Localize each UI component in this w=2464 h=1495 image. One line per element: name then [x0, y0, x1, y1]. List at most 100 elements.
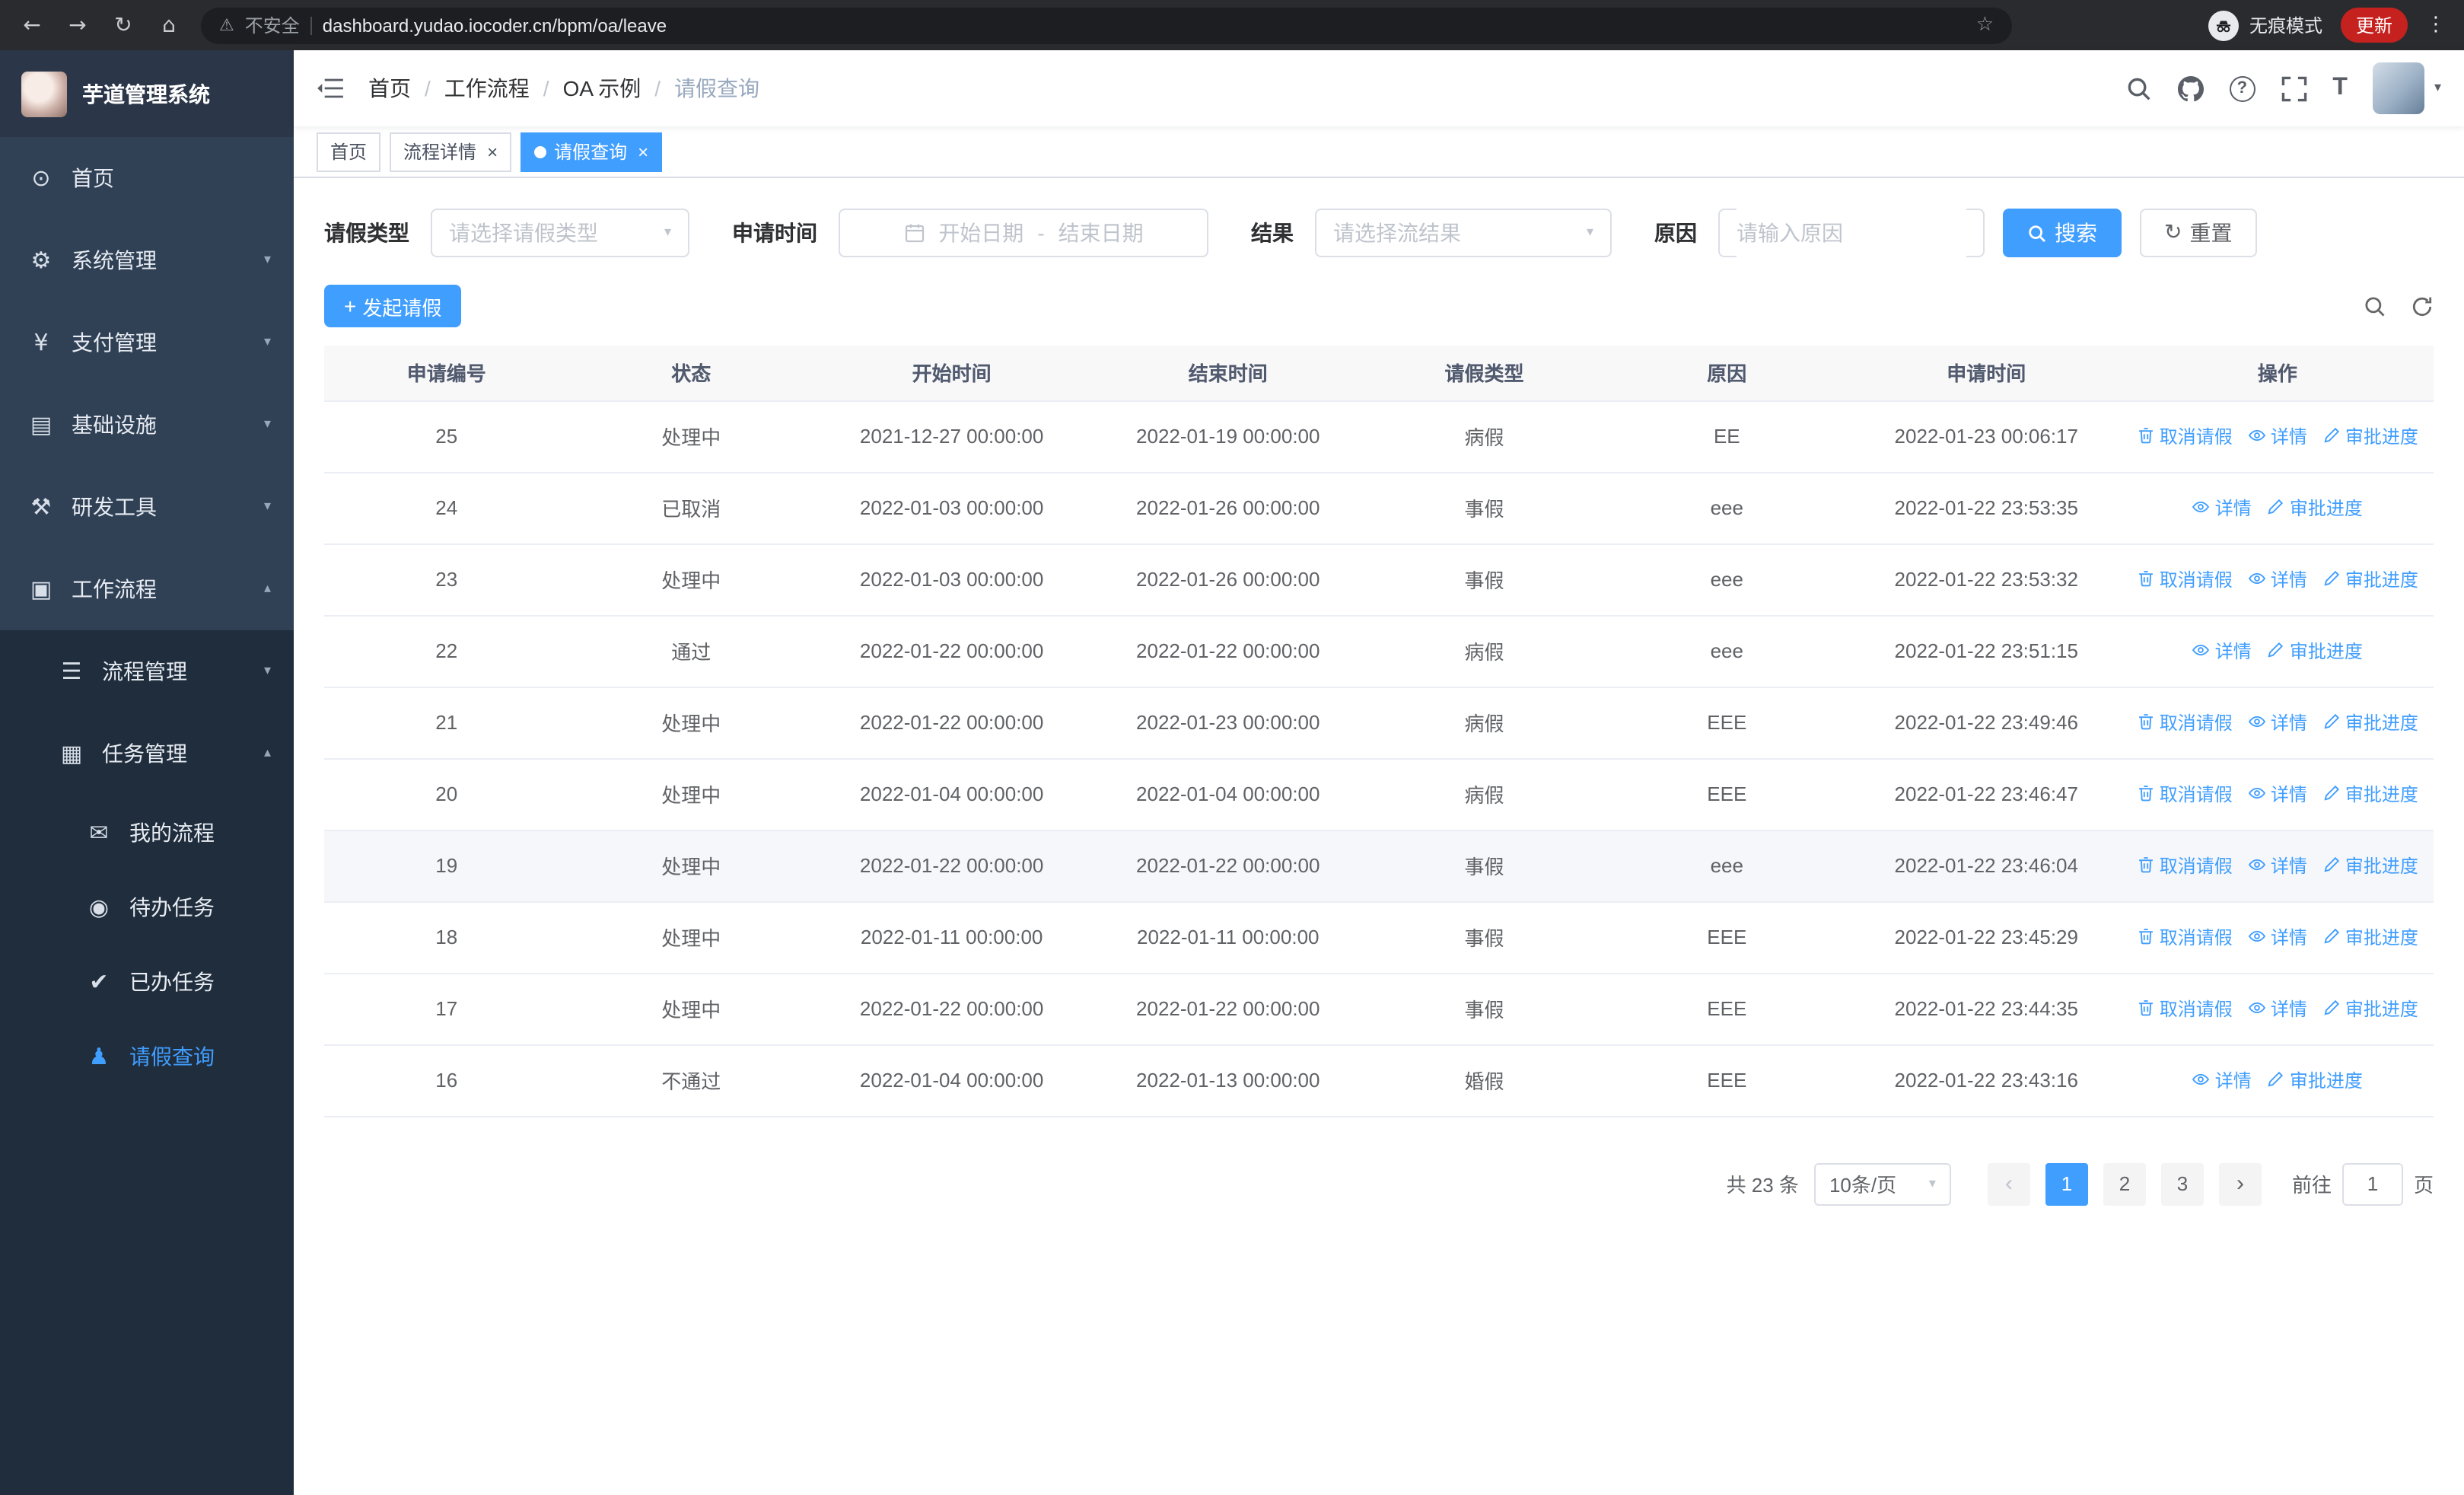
- breadcrumb-home[interactable]: 首页: [368, 73, 411, 104]
- action-progress-link[interactable]: 审批进度: [2267, 495, 2363, 521]
- browser-home-button[interactable]: ⌂: [155, 13, 183, 37]
- tab-leave-query[interactable]: 请假查询 ×: [520, 132, 663, 171]
- user-avatar: [2373, 62, 2425, 114]
- app-logo[interactable]: 芋道管理系统: [0, 50, 294, 137]
- browser-back-button[interactable]: ←: [18, 13, 46, 37]
- action-progress-link[interactable]: 审批进度: [2322, 709, 2418, 735]
- action-cancel-link[interactable]: 取消请假: [2137, 423, 2233, 449]
- cell-id: 19: [324, 830, 569, 902]
- help-icon[interactable]: ?: [2229, 75, 2255, 101]
- action-detail-link[interactable]: 详情: [2192, 638, 2252, 664]
- prev-page-button[interactable]: ‹: [1987, 1162, 2030, 1205]
- action-cancel-link[interactable]: 取消请假: [2137, 853, 2233, 878]
- col-end-time: 结束时间: [1090, 346, 1367, 401]
- fullscreen-icon[interactable]: [2281, 75, 2306, 101]
- refresh-icon[interactable]: [2411, 295, 2434, 317]
- cell-actions: 取消请假 详情 审批进度: [2121, 901, 2434, 974]
- sidebar-item-workflow[interactable]: ▣ 工作流程 ▴: [0, 548, 294, 630]
- cell-status: 处理中: [568, 973, 814, 1045]
- browser-forward-button[interactable]: →: [64, 13, 91, 37]
- cell-reason: EEE: [1602, 973, 1851, 1045]
- reason-input[interactable]: [1737, 209, 1966, 257]
- address-bar[interactable]: ⚠ 不安全 dashboard.yudao.iocoder.cn/bpm/oa/…: [201, 7, 2012, 43]
- create-leave-button[interactable]: + 发起请假: [324, 285, 462, 327]
- action-progress-link[interactable]: 审批进度: [2322, 996, 2418, 1022]
- date-range-picker[interactable]: 开始日期 - 结束日期: [839, 209, 1208, 257]
- chevron-down-icon: ▾: [2434, 81, 2441, 96]
- cell-applied: 2022-01-23 00:06:17: [1851, 400, 2122, 473]
- search-icon[interactable]: [2125, 75, 2151, 101]
- next-page-button[interactable]: ›: [2218, 1162, 2262, 1205]
- action-progress-link[interactable]: 审批进度: [2267, 638, 2363, 664]
- action-progress-link[interactable]: 审批进度: [2322, 781, 2418, 807]
- tab-home[interactable]: 首页: [317, 132, 381, 171]
- browser-update-button[interactable]: 更新: [2340, 8, 2408, 43]
- action-detail-link[interactable]: 详情: [2248, 853, 2307, 878]
- sidebar-item-payment-management[interactable]: ¥ 支付管理 ▾: [0, 301, 294, 384]
- close-icon[interactable]: ×: [487, 141, 498, 162]
- toggle-search-icon[interactable]: [2364, 295, 2386, 317]
- reset-button[interactable]: ↻ 重置: [2140, 209, 2257, 257]
- action-detail-link[interactable]: 详情: [2248, 996, 2307, 1022]
- browser-reload-button[interactable]: ↻: [110, 13, 137, 37]
- goto-page-input[interactable]: [2341, 1162, 2403, 1205]
- action-cancel-link[interactable]: 取消请假: [2137, 924, 2233, 950]
- bookmark-star-icon[interactable]: ☆: [1976, 14, 1994, 37]
- browser-menu-icon[interactable]: ⋮: [2426, 14, 2446, 37]
- cell-type: 婚假: [1366, 1044, 1603, 1117]
- result-select[interactable]: 请选择流结果 ▾: [1315, 209, 1612, 257]
- page-size-select[interactable]: 10条/页 ▾: [1813, 1162, 1951, 1205]
- sidebar-item-todo-tasks[interactable]: ◉ 待办任务: [0, 869, 294, 944]
- action-detail-link[interactable]: 详情: [2248, 709, 2307, 735]
- cell-applied: 2022-01-22 23:44:35: [1851, 973, 2122, 1045]
- cell-actions: 取消请假 详情 审批进度: [2121, 400, 2434, 473]
- start-date-input[interactable]: 开始日期: [938, 218, 1023, 248]
- sidebar-item-infrastructure[interactable]: ▤ 基础设施 ▾: [0, 384, 294, 466]
- eye-icon: [2192, 1071, 2211, 1089]
- sidebar-item-process-management[interactable]: ☰ 流程管理 ▾: [0, 630, 294, 712]
- page-button-3[interactable]: 3: [2160, 1162, 2204, 1205]
- search-button[interactable]: 搜索: [2003, 209, 2122, 257]
- eye-icon: ◉: [88, 893, 110, 920]
- sidebar-item-home[interactable]: ⊙ 首页: [0, 137, 294, 219]
- sidebar-item-system-management[interactable]: ⚙ 系统管理 ▾: [0, 219, 294, 301]
- sidebar-toggle-icon[interactable]: [317, 75, 344, 102]
- tab-process-detail[interactable]: 流程详情 ×: [390, 132, 512, 171]
- action-cancel-link[interactable]: 取消请假: [2137, 709, 2233, 735]
- sidebar-item-dev-tools[interactable]: ⚒ 研发工具 ▾: [0, 466, 294, 548]
- page-button-1[interactable]: 1: [2045, 1162, 2088, 1205]
- end-date-input[interactable]: 结束日期: [1059, 218, 1144, 248]
- sidebar-item-leave-query[interactable]: ♟ 请假查询: [0, 1018, 294, 1093]
- close-icon[interactable]: ×: [638, 141, 648, 162]
- font-size-icon[interactable]: T: [2332, 75, 2348, 102]
- action-detail-link[interactable]: 详情: [2248, 924, 2307, 950]
- action-detail-link[interactable]: 详情: [2248, 423, 2307, 449]
- eye-icon: [2192, 642, 2211, 660]
- action-detail-link[interactable]: 详情: [2192, 495, 2252, 521]
- leave-type-select[interactable]: 请选择请假类型 ▾: [431, 209, 689, 257]
- trash-icon: [2137, 856, 2155, 875]
- sidebar-item-my-processes[interactable]: ✉ 我的流程: [0, 795, 294, 869]
- action-cancel-link[interactable]: 取消请假: [2137, 996, 2233, 1022]
- github-icon[interactable]: [2177, 75, 2204, 101]
- action-progress-link[interactable]: 审批进度: [2322, 423, 2418, 449]
- action-detail-link[interactable]: 详情: [2192, 1067, 2252, 1093]
- action-progress-link[interactable]: 审批进度: [2322, 566, 2418, 592]
- action-cancel-link[interactable]: 取消请假: [2137, 781, 2233, 807]
- action-progress-link[interactable]: 审批进度: [2267, 1067, 2363, 1093]
- action-progress-link[interactable]: 审批进度: [2322, 924, 2418, 950]
- incognito-indicator: 无痕模式: [2208, 10, 2322, 40]
- breadcrumb-workflow[interactable]: 工作流程: [444, 73, 530, 104]
- user-menu[interactable]: ▾: [2373, 62, 2441, 114]
- eye-icon: [2248, 570, 2266, 588]
- sidebar-item-done-tasks[interactable]: ✔ 已办任务: [0, 944, 294, 1018]
- page-button-2[interactable]: 2: [2103, 1162, 2146, 1205]
- action-detail-link[interactable]: 详情: [2248, 781, 2307, 807]
- action-cancel-link[interactable]: 取消请假: [2137, 566, 2233, 592]
- trash-icon: [2137, 928, 2155, 946]
- sidebar-item-task-management[interactable]: ▦ 任务管理 ▴: [0, 712, 294, 795]
- action-detail-link[interactable]: 详情: [2248, 566, 2307, 592]
- cell-start: 2022-01-04 00:00:00: [813, 758, 1090, 830]
- breadcrumb-oa-example[interactable]: OA 示例: [563, 73, 641, 104]
- action-progress-link[interactable]: 审批进度: [2322, 853, 2418, 878]
